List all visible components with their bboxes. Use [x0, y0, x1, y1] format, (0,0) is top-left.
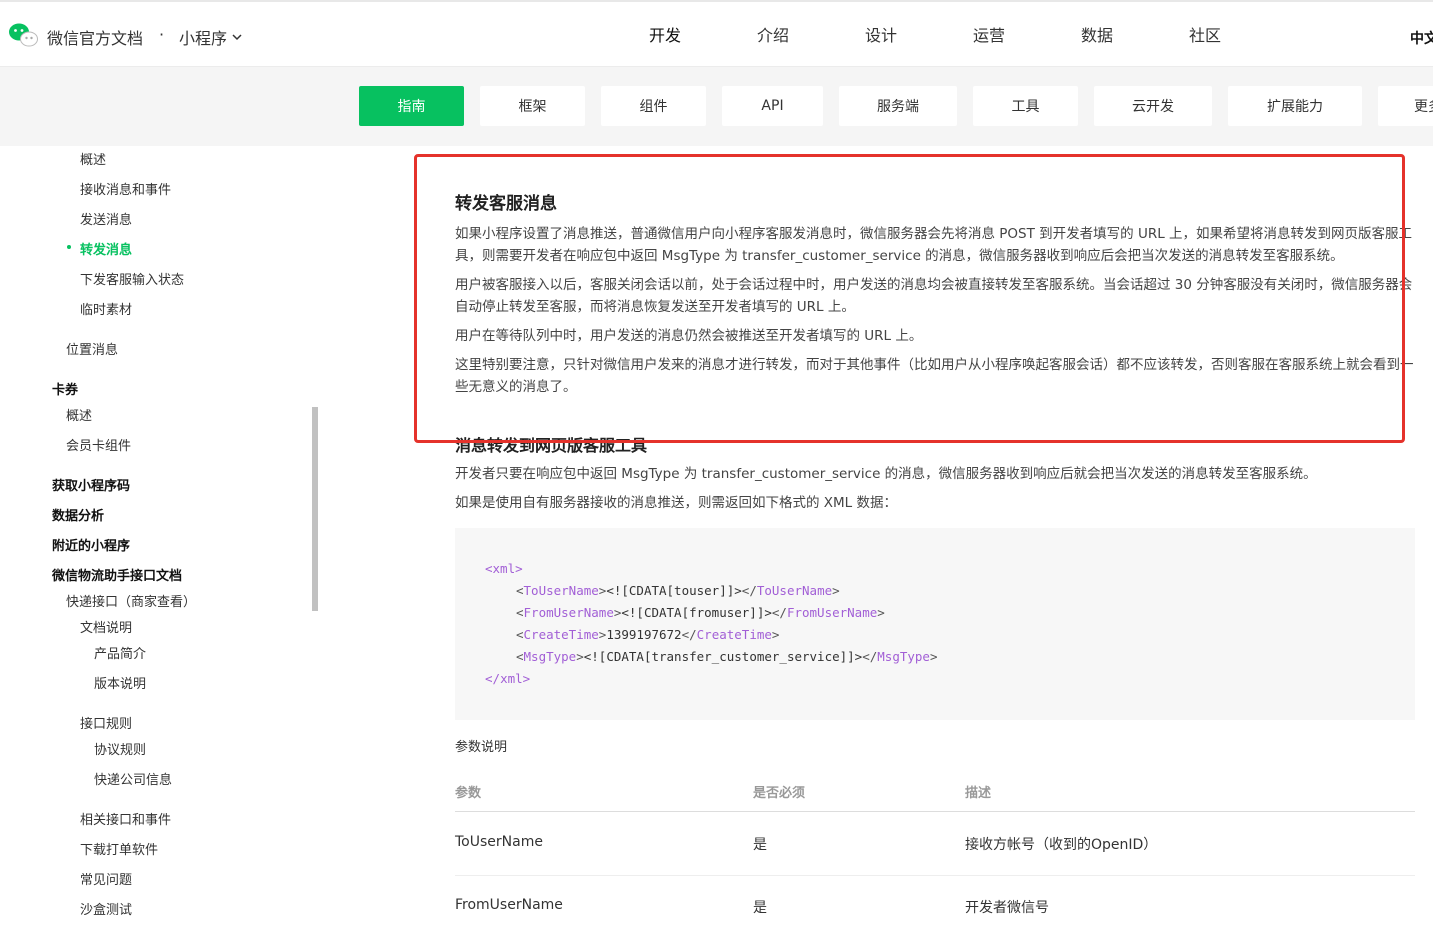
- paragraph-3: 用户在等待队列中时，用户发送的消息仍然会被推送至开发者填写的 URL 上。: [455, 328, 923, 344]
- code-tag: CreateTime: [523, 627, 599, 642]
- code-line: <CreateTime>1399197672</CreateTime>: [516, 627, 780, 642]
- paragraph-1: 如果小程序设置了消息推送，普通微信用户向小程序客服发消息时，微信服务器会先将消息…: [455, 226, 1413, 264]
- section-title-web-tool: 消息转发到网页版客服工具: [455, 436, 648, 455]
- nav-intro[interactable]: 介绍: [719, 2, 827, 69]
- sidebar-item-overview[interactable]: 概述: [80, 149, 106, 168]
- active-dot-icon: [67, 245, 71, 249]
- sidebar-item-qrcode[interactable]: 获取小程序码: [52, 475, 130, 494]
- table-cell: 是: [753, 837, 767, 853]
- code-line: <MsgType><![CDATA[transfer_customer_serv…: [516, 649, 938, 664]
- code-tag: ToUserName: [756, 583, 833, 598]
- code-tag: xml: [500, 671, 523, 686]
- brand-separator: ·: [159, 25, 165, 44]
- table-row-divider: [455, 875, 1415, 876]
- sidebar-item-typing[interactable]: 下发客服输入状态: [80, 269, 184, 288]
- table-header-desc: 描述: [965, 786, 992, 801]
- product-switcher[interactable]: 小程序: [179, 25, 243, 49]
- sidebar-item-rules[interactable]: 接口规则: [80, 713, 132, 732]
- sidebar-item-media[interactable]: 临时素材: [80, 299, 132, 318]
- xml-code-block[interactable]: <xml> <ToUserName><![CDATA[touser]]></To…: [455, 528, 1415, 720]
- sidebar-item-related[interactable]: 相关接口和事件: [80, 809, 171, 828]
- sidebar-item-card-overview[interactable]: 概述: [66, 405, 92, 424]
- tab-extensions[interactable]: 扩展能力: [1228, 86, 1362, 126]
- nav-data[interactable]: 数据: [1043, 2, 1151, 69]
- tab-framework[interactable]: 框架: [480, 86, 585, 126]
- product-label: 小程序: [179, 29, 228, 48]
- section-title-transfer: 转发客服消息: [455, 194, 557, 214]
- sidebar-item-sandbox[interactable]: 沙盒测试: [80, 899, 132, 918]
- code-tag: FromUserName: [786, 605, 878, 620]
- sidebar-item-doc-intro[interactable]: 文档说明: [80, 617, 132, 636]
- table-cell: FromUserName: [455, 897, 563, 913]
- tab-tools[interactable]: 工具: [973, 86, 1078, 126]
- table-header-param: 参数: [455, 786, 482, 801]
- sidebar-item-download[interactable]: 下载打单软件: [80, 839, 158, 858]
- code-tag: FromUserName: [523, 605, 614, 620]
- nav-community[interactable]: 社区: [1151, 2, 1259, 69]
- tab-components[interactable]: 组件: [601, 86, 706, 126]
- nav-design[interactable]: 设计: [827, 2, 935, 69]
- tab-more[interactable]: 更多: [1378, 86, 1433, 126]
- code-value: <![CDATA[fromuser]]>: [621, 605, 772, 620]
- sidebar-item-version[interactable]: 版本说明: [94, 673, 146, 692]
- code-tag: ToUserName: [523, 583, 599, 598]
- code-tag: xml: [492, 561, 516, 576]
- paragraph-4: 这里特别要注意，只针对微信用户发来的消息才进行转发，而对于其他事件（比如用户从小…: [455, 357, 1414, 395]
- paragraph-2: 用户被客服接入以后，客服关闭会话以前，处于会话过程中时，用户发送的消息均会被直接…: [455, 277, 1413, 315]
- sidebar-item-protocol[interactable]: 协议规则: [94, 739, 146, 758]
- tab-server[interactable]: 服务端: [839, 86, 957, 126]
- code-tag: MsgType: [877, 649, 930, 664]
- paragraph-6: 如果是使用自有服务器接收的消息推送，则需返回如下格式的 XML 数据：: [455, 495, 897, 511]
- table-header-required: 是否必须: [753, 786, 806, 801]
- code-value: <![CDATA[touser]]>: [606, 583, 742, 598]
- top-nav: 开发 介绍 设计 运营 数据 社区: [611, 2, 1259, 69]
- sidebar-item-analysis[interactable]: 数据分析: [52, 505, 104, 524]
- nav-develop[interactable]: 开发: [611, 2, 719, 69]
- sidebar-item-nearby[interactable]: 附近的小程序: [52, 535, 130, 554]
- top-header: 微信官方文档 · 小程序 开发 介绍 设计 运营 数据 社区 中文: [0, 0, 1433, 69]
- sidebar-scrollbar[interactable]: [312, 407, 318, 611]
- paragraph-5: 开发者只要在响应包中返回 MsgType 为 transfer_customer…: [455, 466, 1317, 482]
- language-switch[interactable]: 中文: [1410, 28, 1433, 48]
- code-tag: CreateTime: [696, 627, 772, 642]
- sidebar-item-card[interactable]: 卡券: [52, 379, 78, 398]
- code-value: <![CDATA[transfer_customer_service]]>: [583, 649, 863, 664]
- brand-title[interactable]: 微信官方文档: [47, 25, 143, 49]
- tab-cloud[interactable]: 云开发: [1094, 86, 1212, 126]
- table-cell: ToUserName: [455, 834, 543, 850]
- sub-tab-bar: 指南 框架 组件 API 服务端 工具 云开发 扩展能力 更多: [0, 67, 1433, 146]
- table-caption: 参数说明: [455, 740, 508, 755]
- table-cell: 开发者微信号: [965, 900, 1049, 916]
- sidebar-item-send[interactable]: 发送消息: [80, 209, 132, 228]
- table-cell: 是: [753, 900, 767, 916]
- sidebar-item-companies[interactable]: 快递公司信息: [94, 769, 172, 788]
- tab-api[interactable]: API: [722, 86, 823, 126]
- chevron-down-icon: [232, 34, 242, 41]
- tab-guide[interactable]: 指南: [359, 86, 464, 126]
- sidebar-item-location[interactable]: 位置消息: [66, 339, 118, 358]
- sidebar-item-receive[interactable]: 接收消息和事件: [80, 179, 171, 198]
- code-line: <ToUserName><![CDATA[touser]]></ToUserNa…: [516, 583, 840, 598]
- code-tag: MsgType: [523, 649, 577, 664]
- sidebar-item-faq[interactable]: 常见问题: [80, 869, 132, 888]
- sidebar-item-member-card[interactable]: 会员卡组件: [66, 435, 131, 454]
- nav-operate[interactable]: 运营: [935, 2, 1043, 69]
- sidebar-item-product[interactable]: 产品简介: [94, 643, 146, 662]
- sidebar: 概述 接收消息和事件 发送消息 转发消息 下发客服输入状态 临时素材 位置消息 …: [0, 146, 312, 927]
- sidebar-item-transfer[interactable]: 转发消息: [80, 239, 132, 258]
- sidebar-item-logistics[interactable]: 微信物流助手接口文档: [52, 565, 182, 584]
- table-header-divider: [455, 811, 1415, 812]
- sidebar-item-express[interactable]: 快递接口（商家查看）: [66, 591, 196, 610]
- code-line-xml-close: </xml>: [485, 671, 531, 686]
- code-line-xml-open: <xml>: [485, 561, 523, 576]
- wechat-logo-icon[interactable]: [8, 22, 38, 48]
- code-value: 1399197672: [606, 627, 682, 642]
- code-line: <FromUserName><![CDATA[fromuser]]></From…: [516, 605, 885, 620]
- table-cell: 接收方帐号（收到的OpenID）: [965, 837, 1158, 853]
